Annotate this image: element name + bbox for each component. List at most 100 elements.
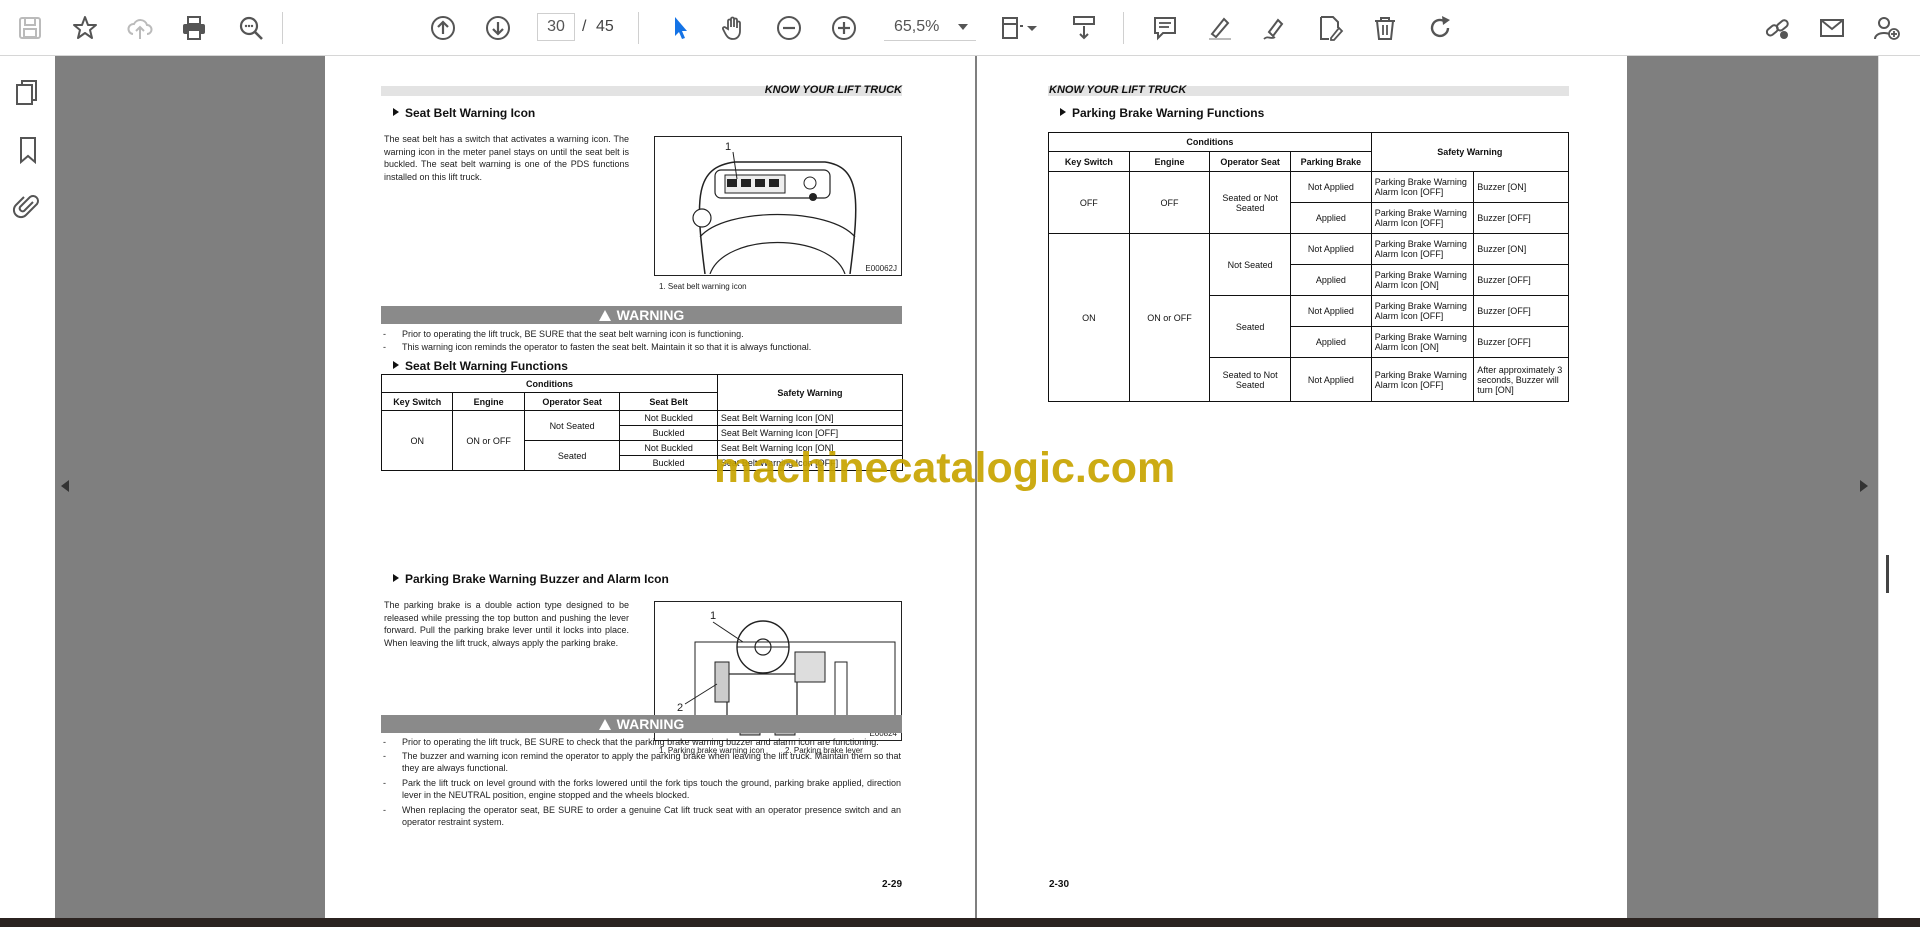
table-cell: Parking Brake Warning Alarm Icon [OFF] <box>1370 233 1475 265</box>
print-icon[interactable] <box>178 12 210 44</box>
bookmarks-panel-icon[interactable] <box>12 134 44 166</box>
table-cell: Applied <box>1290 202 1372 234</box>
pages-panel-icon[interactable] <box>12 78 44 110</box>
table-header: Parking Brake <box>1290 151 1372 172</box>
email-icon[interactable] <box>1816 12 1848 44</box>
page-number: 2-30 <box>1049 879 1070 890</box>
table-cell: Buzzer [ON] <box>1473 233 1569 265</box>
add-user-icon[interactable] <box>1871 12 1903 44</box>
table-cell: Buzzer [OFF] <box>1473 264 1569 296</box>
table-cell: Not Seated <box>1209 233 1292 296</box>
table-cell: Parking Brake Warning Alarm Icon [OFF] <box>1370 202 1475 234</box>
table-cell: Seated to Not Seated <box>1209 357 1292 402</box>
attachments-panel-icon[interactable] <box>12 190 44 222</box>
page-separator: / <box>582 18 587 35</box>
table-cell: Seated or Not Seated <box>1209 171 1292 234</box>
comment-icon[interactable] <box>1149 12 1181 44</box>
save-icon[interactable] <box>14 12 46 44</box>
seat-belt-figure: 1 E00062J <box>654 136 902 276</box>
delete-icon[interactable] <box>1369 12 1401 44</box>
zoom-value: 65,5% <box>894 18 940 35</box>
table-header: Conditions <box>381 374 718 393</box>
table-cell: Buzzer [OFF] <box>1473 295 1569 327</box>
table-cell: Parking Brake Warning Alarm Icon [OFF] <box>1370 171 1475 203</box>
select-arrow-icon[interactable] <box>664 12 696 44</box>
scroll-mode-icon[interactable] <box>1068 12 1100 44</box>
page-total: 45 <box>596 18 614 35</box>
paragraph: The parking brake is a double action typ… <box>384 600 629 648</box>
table-cell: Not Applied <box>1290 233 1372 265</box>
table-header: Operator Seat <box>523 392 621 411</box>
zoom-in-icon[interactable] <box>828 12 860 44</box>
section-title: Seat Belt Warning Icon <box>393 106 535 120</box>
scrollbar-thumb[interactable] <box>1886 555 1889 593</box>
zoom-out-icon[interactable] <box>773 12 805 44</box>
expand-right-pane-icon[interactable] <box>1860 480 1868 492</box>
warning-banner: WARNING <box>381 306 902 324</box>
fit-page-dropdown-icon[interactable] <box>1024 12 1040 44</box>
table-cell: After approximately 3 seconds, Buzzer wi… <box>1473 357 1569 402</box>
cloud-upload-icon[interactable] <box>124 12 156 44</box>
table-cell: Parking Brake Warning Alarm Icon [OFF] <box>1370 357 1475 402</box>
highlight-icon[interactable] <box>1204 12 1236 44</box>
table-cell: Buckled <box>619 425 718 441</box>
table-header: Safety Warning <box>716 374 904 411</box>
section-title: Seat Belt Warning Functions <box>393 359 568 373</box>
figure-callout: 2 <box>677 702 684 714</box>
table-cell: Parking Brake Warning Alarm Icon [OFF] <box>1370 295 1475 327</box>
collapse-left-pane-icon[interactable] <box>61 480 69 492</box>
rotate-icon[interactable] <box>1424 12 1456 44</box>
sign-icon[interactable] <box>1259 12 1291 44</box>
table-cell: Not Applied <box>1290 357 1372 402</box>
table-cell: OFF <box>1128 171 1211 234</box>
zoom-select[interactable]: 65,5% <box>884 13 976 41</box>
table-cell: Not Applied <box>1290 295 1372 327</box>
warning-item: - Park the lift truck on level ground wit… <box>383 778 901 800</box>
chevron-down-icon <box>958 24 968 30</box>
section-title: Parking Brake Warning Functions <box>1060 106 1264 120</box>
table-cell: Seat Belt Warning Icon [ON] <box>716 410 904 426</box>
table-header: Engine <box>452 392 525 411</box>
page-up-icon[interactable] <box>427 12 459 44</box>
page-down-icon[interactable] <box>482 12 514 44</box>
table-header: Seat Belt <box>619 392 718 411</box>
page-header: KNOW YOUR LIFT TRUCK <box>1049 84 1187 96</box>
zoom-search-icon[interactable] <box>235 12 267 44</box>
table-header: Key Switch <box>380 392 454 411</box>
table-cell: Seated <box>523 440 621 471</box>
figure-caption: 1. Seat belt warning icon <box>659 282 747 291</box>
table-cell: ON <box>380 410 454 471</box>
edit-pdf-icon[interactable] <box>1314 12 1346 44</box>
right-tools-pane <box>1878 56 1920 918</box>
table-cell: Buzzer [ON] <box>1473 171 1569 203</box>
table-cell: Seat Belt Warning Icon [OFF] <box>716 425 904 441</box>
bookmark-star-icon[interactable] <box>69 12 101 44</box>
table-cell: ON or OFF <box>1128 233 1211 402</box>
hand-icon[interactable] <box>718 12 750 44</box>
warning-item: - This warning icon reminds the operator … <box>383 342 812 352</box>
table-cell: Applied <box>1290 326 1372 358</box>
figure-callout: 1 <box>710 610 717 622</box>
table-header: Operator Seat <box>1209 151 1292 172</box>
table-header: Engine <box>1128 151 1211 172</box>
table-header: Key Switch <box>1048 151 1130 172</box>
page-number-input[interactable]: 30 <box>537 13 575 41</box>
taskbar-strip <box>0 918 1920 927</box>
table-cell: Applied <box>1290 264 1372 296</box>
main-toolbar: 30 / 45 65,5% <box>0 0 1920 56</box>
warning-item: - When replacing the operator seat, BE SU… <box>383 805 901 827</box>
figure-callout: 1 <box>725 141 732 153</box>
share-link-icon[interactable] <box>1761 12 1793 44</box>
warning-banner: WARNING <box>381 715 902 733</box>
page-number: 2-29 <box>881 879 902 890</box>
table-cell: Buzzer [OFF] <box>1473 202 1569 234</box>
table-cell: Not Buckled <box>619 410 718 426</box>
table-cell: Not Seated <box>523 410 621 441</box>
parking-brake-functions-table: Conditions Safety Warning Key Switch Eng… <box>1048 132 1570 402</box>
figure-code: E00062J <box>865 264 897 273</box>
table-cell: Parking Brake Warning Alarm Icon [ON] <box>1370 264 1475 296</box>
table-cell: Not Buckled <box>619 440 718 456</box>
watermark: machinecatalogic.com <box>714 444 1176 492</box>
warning-triangle-icon <box>598 719 611 730</box>
table-header: Safety Warning <box>1370 132 1570 172</box>
